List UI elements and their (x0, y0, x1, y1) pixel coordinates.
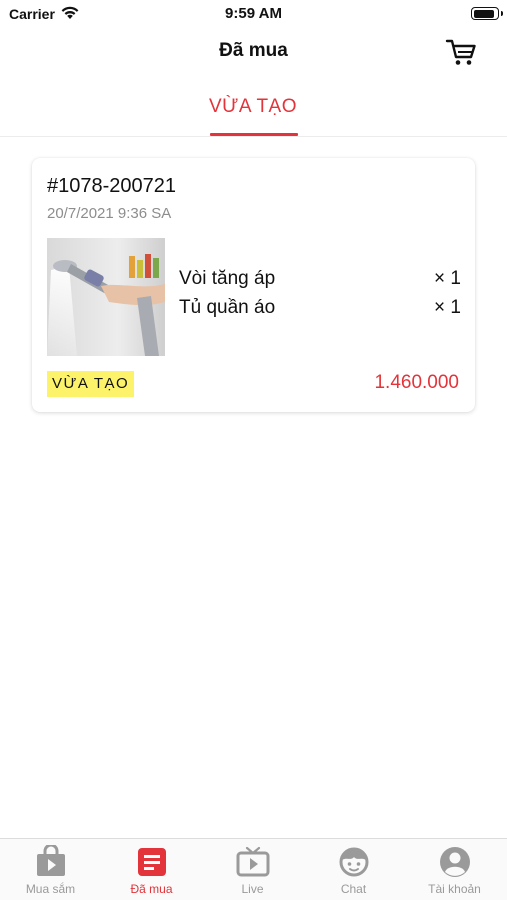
order-id: #1078-200721 (47, 175, 177, 197)
tab-label: VỪA TẠO (208, 96, 298, 117)
item-quantity: × 1 (434, 297, 461, 318)
item-quantity: × 1 (434, 268, 461, 289)
status-time: 9:59 AM (225, 5, 282, 22)
tab-da-mua[interactable]: Đã mua (101, 839, 202, 900)
item-name: Tủ quần áo (179, 297, 276, 318)
order-items: Vòi tăng áp × 1 Tủ quần áo × 1 (179, 268, 461, 326)
order-status-tabs: VỪA TẠO (0, 82, 507, 137)
tab-indicator (210, 133, 298, 136)
tv-play-icon (236, 846, 270, 877)
battery-icon (471, 7, 499, 20)
tab-label: Mua sắm (25, 882, 76, 896)
cart-icon (445, 39, 476, 65)
status-bar: Carrier 9:59 AM (0, 0, 507, 28)
item-name: Vòi tăng áp (179, 268, 276, 289)
tab-label: Đã mua (130, 882, 173, 896)
cart-button[interactable] (445, 37, 477, 67)
tab-label: Live (241, 882, 264, 896)
tab-tai-khoan[interactable]: Tài khoản (404, 839, 505, 900)
tab-label: Chat (340, 882, 367, 896)
order-card[interactable]: #1078-200721 20/7/2021 9:36 SA Vòi tăng … (32, 158, 475, 412)
tab-live[interactable]: Live (202, 839, 303, 900)
order-date: 20/7/2021 9:36 SA (47, 205, 172, 222)
list-item: Tủ quần áo × 1 (179, 297, 461, 326)
list-item: Vòi tăng áp × 1 (179, 268, 461, 297)
bottom-tab-bar: Mua sắm Đã mua Live Chat Tài khoản (0, 838, 507, 900)
tab-chat[interactable]: Chat (303, 839, 404, 900)
shower-head-photo (47, 238, 165, 356)
product-thumbnail (47, 238, 165, 356)
page-title: Đã mua (219, 40, 288, 61)
document-list-icon (138, 848, 166, 876)
order-total: 1.460.000 (374, 372, 459, 393)
user-account-icon (440, 847, 470, 877)
shopping-bag-play-icon (37, 845, 65, 876)
support-agent-icon (339, 847, 369, 877)
tab-vua-tao[interactable]: VỪA TẠO (203, 82, 303, 137)
tab-label: Tài khoản (428, 882, 481, 896)
status-badge: VỪA TẠO (47, 371, 135, 397)
battery-level (473, 9, 494, 18)
tab-mua-sam[interactable]: Mua sắm (0, 839, 101, 900)
